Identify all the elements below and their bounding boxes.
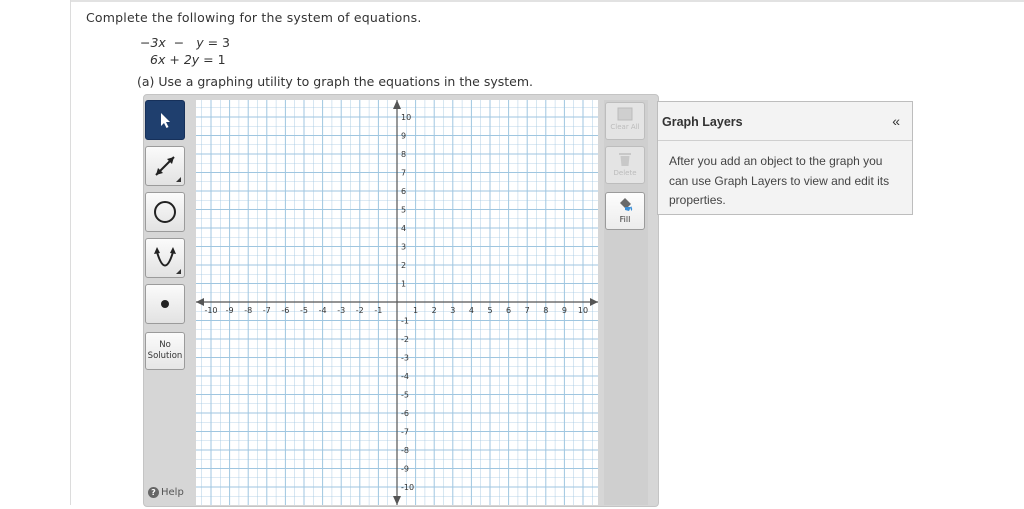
y-tick-label: 8 bbox=[401, 150, 406, 159]
graph-layers-header: Graph Layers « bbox=[658, 102, 912, 141]
graph-layers-panel: Graph Layers « After you add an object t… bbox=[657, 101, 913, 215]
x-tick-label: -6 bbox=[281, 306, 289, 315]
no-solution-label-line1: No bbox=[159, 340, 171, 350]
help-link[interactable]: ? Help bbox=[148, 487, 184, 498]
y-tick-label: 7 bbox=[401, 169, 406, 178]
top-divider bbox=[70, 0, 1024, 2]
y-tick-label: -6 bbox=[401, 409, 409, 418]
delete-label: Delete bbox=[613, 169, 637, 177]
problem-prompt: Complete the following for the system of… bbox=[86, 10, 422, 25]
x-axis-arrow-left bbox=[196, 298, 204, 306]
y-tick-label: 10 bbox=[401, 113, 411, 122]
parabola-tool-button[interactable] bbox=[145, 238, 185, 278]
point-icon bbox=[161, 300, 169, 308]
y-tick-label: -5 bbox=[401, 391, 409, 400]
x-tick-label: 9 bbox=[562, 306, 567, 315]
x-tick-label: -1 bbox=[374, 306, 382, 315]
y-axis-arrow-down bbox=[393, 496, 401, 505]
x-tick-label: 4 bbox=[469, 306, 474, 315]
y-tick-label: 3 bbox=[401, 243, 406, 252]
select-tool-button[interactable] bbox=[145, 100, 185, 140]
y-tick-label: 6 bbox=[401, 187, 406, 196]
delete-button[interactable]: Delete bbox=[605, 146, 645, 184]
trash-icon bbox=[619, 153, 631, 166]
graph-layers-description: After you add an object to the graph you… bbox=[669, 154, 890, 207]
y-tick-label: -4 bbox=[401, 372, 409, 381]
coordinate-grid[interactable]: -10 -9 -8 -7 -6 -5 -4 -3 -2 -1 1 2 3 4 5 6 7 8 9 10 10 9 8 7 6 5 4… bbox=[196, 100, 598, 505]
equation-2: 6x + 2y = 1 bbox=[150, 52, 226, 67]
graph-layers-title: Graph Layers bbox=[662, 115, 743, 129]
y-tick-label: -3 bbox=[401, 354, 409, 363]
x-tick-label: -4 bbox=[319, 306, 327, 315]
y-tick-label: 5 bbox=[401, 206, 406, 215]
x-tick-label: 1 bbox=[413, 306, 418, 315]
fill-button[interactable]: Fill bbox=[605, 192, 645, 230]
no-solution-label-line2: Solution bbox=[147, 351, 183, 361]
y-tick-label: -7 bbox=[401, 428, 409, 437]
x-tick-label: 2 bbox=[432, 306, 437, 315]
clear-all-icon bbox=[617, 107, 633, 121]
tool-options-indicator bbox=[176, 269, 181, 274]
paint-bucket-icon bbox=[620, 198, 633, 211]
y-tick-label: 4 bbox=[401, 224, 406, 233]
collapse-panel-icon[interactable]: « bbox=[892, 113, 900, 129]
help-icon: ? bbox=[148, 487, 159, 498]
point-tool-button[interactable] bbox=[145, 284, 185, 324]
x-tick-label: -2 bbox=[356, 306, 364, 315]
x-tick-label: -3 bbox=[337, 306, 345, 315]
graph-canvas[interactable]: -10 -9 -8 -7 -6 -5 -4 -3 -2 -1 1 2 3 4 5 6 7 8 9 10 10 9 8 7 6 5 4… bbox=[196, 100, 598, 505]
circle-tool-button[interactable] bbox=[145, 192, 185, 232]
x-tick-label: 5 bbox=[487, 306, 492, 315]
y-tick-label: 2 bbox=[401, 261, 406, 270]
x-tick-label: 8 bbox=[543, 306, 548, 315]
y-tick-label: -10 bbox=[401, 483, 414, 492]
y-tick-label: -1 bbox=[401, 317, 409, 326]
y-tick-label: -8 bbox=[401, 446, 409, 455]
x-tick-label: -7 bbox=[263, 306, 271, 315]
y-tick-label: -9 bbox=[401, 465, 409, 474]
clear-all-label: Clear All bbox=[610, 123, 640, 131]
x-tick-label: -8 bbox=[244, 306, 252, 315]
x-tick-label: 10 bbox=[578, 306, 588, 315]
y-axis-arrow-up bbox=[393, 100, 401, 109]
no-solution-button[interactable]: No Solution bbox=[145, 332, 185, 370]
x-tick-label: 6 bbox=[506, 306, 511, 315]
x-tick-label: -9 bbox=[226, 306, 234, 315]
x-tick-label: -10 bbox=[204, 306, 217, 315]
arrow-pointer-icon bbox=[161, 113, 170, 128]
x-tick-label: 3 bbox=[450, 306, 455, 315]
x-tick-label: -5 bbox=[300, 306, 308, 315]
circle-icon bbox=[154, 201, 176, 223]
part-a-instruction: (a) Use a graphing utility to graph the … bbox=[137, 74, 533, 89]
y-tick-label: -2 bbox=[401, 335, 409, 344]
x-tick-label: 7 bbox=[525, 306, 530, 315]
left-divider bbox=[70, 0, 71, 505]
clear-all-button[interactable]: Clear All bbox=[605, 102, 645, 140]
edit-toolbar: Clear All Delete Fill bbox=[604, 100, 648, 505]
drawing-toolbar: No Solution bbox=[144, 100, 188, 505]
y-tick-label: 1 bbox=[401, 280, 406, 289]
equation-1: −3x − y = 3 bbox=[140, 35, 230, 50]
x-axis-arrow-right bbox=[590, 298, 598, 306]
help-label: Help bbox=[161, 487, 184, 498]
fill-label: Fill bbox=[619, 215, 631, 224]
y-tick-label: 9 bbox=[401, 132, 406, 141]
line-tool-button[interactable] bbox=[145, 146, 185, 186]
tool-options-indicator bbox=[176, 177, 181, 182]
